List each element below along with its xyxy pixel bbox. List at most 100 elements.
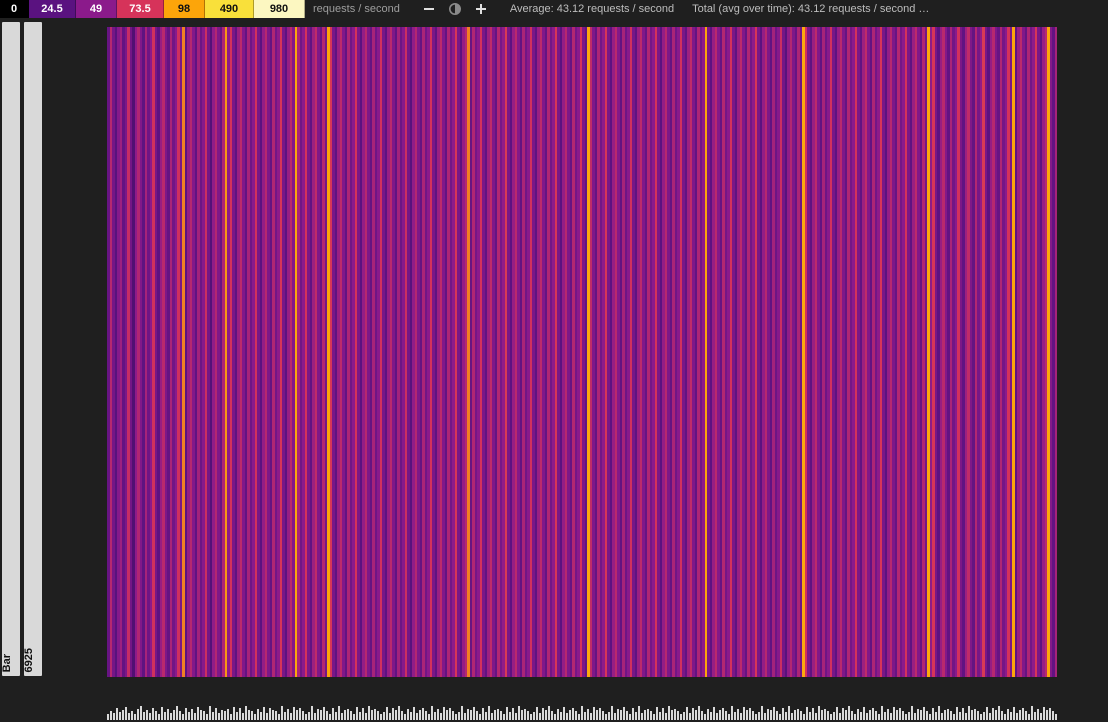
mini-bar xyxy=(824,709,826,720)
mini-bar xyxy=(950,711,952,720)
legend-chip-0[interactable]: 0 xyxy=(0,0,29,18)
mini-bar xyxy=(944,710,946,720)
legend-chip-980[interactable]: 980 xyxy=(254,0,305,18)
mini-bar xyxy=(1034,712,1036,720)
legend-chip-98[interactable]: 98 xyxy=(164,0,205,18)
mini-bar xyxy=(869,710,871,720)
mini-bar xyxy=(134,714,136,720)
gutter-column-2[interactable]: 6925 xyxy=(24,22,42,676)
mini-bar xyxy=(356,707,358,720)
mini-bar xyxy=(773,707,775,720)
mini-bar xyxy=(902,711,904,720)
mini-bar xyxy=(434,712,436,720)
mini-bar-chart[interactable] xyxy=(107,690,1059,720)
mini-bar xyxy=(1028,714,1030,720)
mini-bar xyxy=(656,707,658,720)
mini-bar xyxy=(668,706,670,720)
zoom-in-button[interactable] xyxy=(470,0,492,18)
mini-bar xyxy=(1022,708,1024,720)
mini-bar xyxy=(755,714,757,720)
mini-bar xyxy=(254,714,256,720)
heatmap-canvas[interactable] xyxy=(107,27,1059,677)
legend-chip-49[interactable]: 49 xyxy=(76,0,117,18)
mini-bar xyxy=(1016,713,1018,720)
mini-bar xyxy=(593,707,595,720)
legend-chip-490[interactable]: 490 xyxy=(205,0,254,18)
mini-bar xyxy=(644,710,646,720)
mini-bar xyxy=(209,706,211,720)
gutter-column-1[interactable]: Bar xyxy=(2,22,20,676)
mini-bar xyxy=(602,711,604,720)
top-bar: 024.54973.598490980 requests / second Av… xyxy=(0,0,1108,18)
mini-bar xyxy=(800,711,802,720)
mini-bar xyxy=(461,706,463,720)
mini-bar xyxy=(233,707,235,720)
mini-bar xyxy=(176,706,178,720)
mini-bar xyxy=(260,712,262,720)
mini-bar xyxy=(674,709,676,720)
mini-bar xyxy=(257,709,259,720)
mini-bar xyxy=(626,711,628,720)
mini-bar xyxy=(308,712,310,720)
mini-bar xyxy=(911,706,913,720)
mini-bar xyxy=(722,708,724,720)
mini-bar xyxy=(146,710,148,720)
legend-chip-73.5[interactable]: 73.5 xyxy=(117,0,164,18)
mini-bar xyxy=(989,713,991,720)
mini-bar xyxy=(542,708,544,720)
mini-bar xyxy=(545,710,547,720)
mini-bar xyxy=(500,711,502,720)
mini-bar xyxy=(743,707,745,720)
mini-bar xyxy=(974,709,976,720)
mini-bar xyxy=(557,709,559,720)
mini-bar xyxy=(428,714,430,720)
mini-bar xyxy=(854,714,856,720)
mini-bar xyxy=(659,712,661,720)
mini-bar xyxy=(512,708,514,720)
mini-bar xyxy=(374,709,376,720)
mini-bar xyxy=(890,713,892,720)
zoom-out-button[interactable] xyxy=(418,0,440,18)
mini-bar xyxy=(317,709,319,720)
mini-bar xyxy=(509,712,511,720)
mini-bar xyxy=(386,707,388,720)
mini-bar xyxy=(437,709,439,720)
mini-bar xyxy=(770,710,772,720)
mini-bar xyxy=(650,711,652,720)
mini-bar xyxy=(995,710,997,720)
mini-bar xyxy=(128,713,130,720)
mini-bar xyxy=(107,714,109,720)
mini-bar xyxy=(860,712,862,720)
mini-bar xyxy=(326,711,328,720)
mini-bar xyxy=(719,710,721,720)
mini-bar xyxy=(971,710,973,720)
mini-bar xyxy=(788,706,790,720)
legend-chip-24.5[interactable]: 24.5 xyxy=(29,0,76,18)
mini-bar xyxy=(887,709,889,720)
mini-bar xyxy=(521,710,523,720)
mini-bar xyxy=(140,706,142,720)
mini-bar xyxy=(704,714,706,720)
contrast-icon[interactable] xyxy=(444,0,466,18)
mini-bar xyxy=(893,707,895,720)
mini-bar xyxy=(665,713,667,720)
mini-bar xyxy=(272,710,274,720)
mini-bar xyxy=(524,709,526,720)
mini-bar xyxy=(1010,712,1012,720)
mini-bar xyxy=(194,713,196,720)
mini-bar xyxy=(485,712,487,720)
mini-bar xyxy=(548,706,550,720)
mini-bar xyxy=(188,712,190,720)
mini-bar xyxy=(278,714,280,720)
mini-bar xyxy=(506,707,508,720)
mini-bar xyxy=(122,710,124,720)
mini-bar xyxy=(809,712,811,720)
mini-bar xyxy=(314,713,316,720)
mini-bar xyxy=(452,711,454,720)
mini-bar xyxy=(149,713,151,720)
mini-bar xyxy=(368,706,370,720)
mini-bar xyxy=(335,712,337,720)
mini-bar xyxy=(191,709,193,720)
mini-bar xyxy=(866,713,868,720)
mini-bar xyxy=(116,708,118,720)
